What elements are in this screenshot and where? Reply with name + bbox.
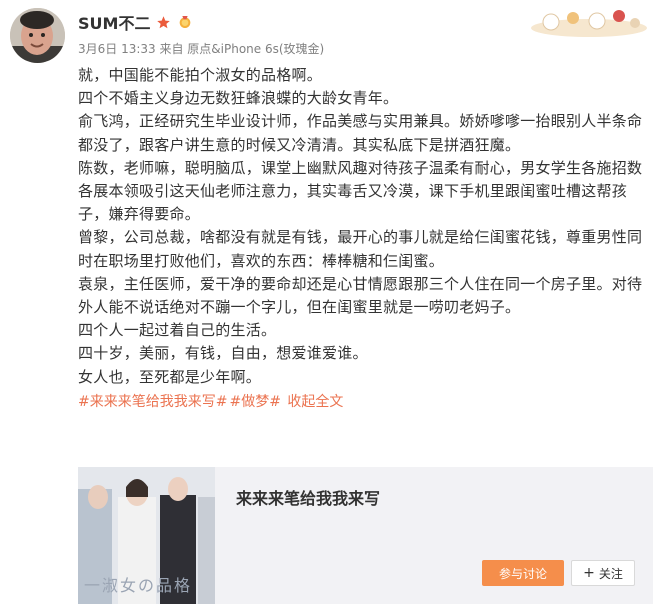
topic-poster-image: 一淑女の品格 (78, 467, 215, 604)
plus-icon: + (583, 565, 595, 581)
post-paragraph: 四十岁，美丽，有钱，自由，想爱谁爱谁。 (78, 344, 368, 363)
poster-caption: 一淑女の品格 (84, 576, 193, 595)
post-paragraph: 陈数，老师嘛，聪明脑瓜，课堂上幽默风趣对待孩子温柔有耐心，男女学生各施招数各展本… (78, 158, 643, 224)
post-paragraph: 俞飞鸿，正经研究生毕业设计师，作品美感与实用兼具。娇娇嗲嗲一抬眼别人半条命都没了… (78, 112, 643, 154)
star-icon (156, 15, 171, 30)
post-paragraph: 女人也，至死都是少年啊。 (78, 367, 262, 386)
topic-card[interactable]: 一淑女の品格 来来来笔给我我来写 参与讨论 + 关注 (78, 467, 653, 604)
post-paragraph: 四个不婚主义身边无数狂蜂浪蝶的大龄女青年。 (78, 89, 399, 108)
post-body: 就，中国能不能拍个淑女的品格啊。 四个不婚主义身边无数狂蜂浪蝶的大龄女青年。 俞… (78, 64, 653, 413)
post-paragraph: 袁泉，主任医师，爱干净的要命却还是心甘情愿跟那三个人住在同一个房子里。对待外人能… (78, 274, 643, 317)
user-name-row: SUM不二 (78, 10, 193, 34)
topic-card-title[interactable]: 来来来笔给我我来写 (236, 485, 380, 509)
avatar[interactable] (10, 8, 65, 63)
join-discussion-button[interactable]: 参与讨论 (482, 560, 564, 586)
hashtag-link[interactable]: #来来来笔给我我来写# (78, 394, 227, 410)
medal-icon (177, 14, 193, 30)
post-paragraph: 曾黎，公司总裁，啥都没有就是有钱，最开心的事儿就是给仨闺蜜花钱，尊重男性同时在职… (78, 228, 643, 270)
follow-button[interactable]: + 关注 (571, 560, 635, 586)
tag-row: #来来来笔给我我来写# #做梦# 收起全文 (78, 391, 653, 413)
post-meta: 3月6日 13:33 来自 原点&iPhone 6s(玫瑰金) (78, 42, 325, 56)
post-paragraph: 四个人一起过着自己的生活。 (78, 321, 277, 340)
hashtag-link[interactable]: #做梦# (229, 394, 280, 410)
collapse-text-link[interactable]: 收起全文 (287, 394, 343, 410)
username[interactable]: SUM不二 (78, 10, 150, 34)
decoration-icon (529, 6, 649, 38)
follow-label: 关注 (598, 566, 623, 581)
post-paragraph: 就，中国能不能拍个淑女的品格啊。 (78, 66, 323, 84)
